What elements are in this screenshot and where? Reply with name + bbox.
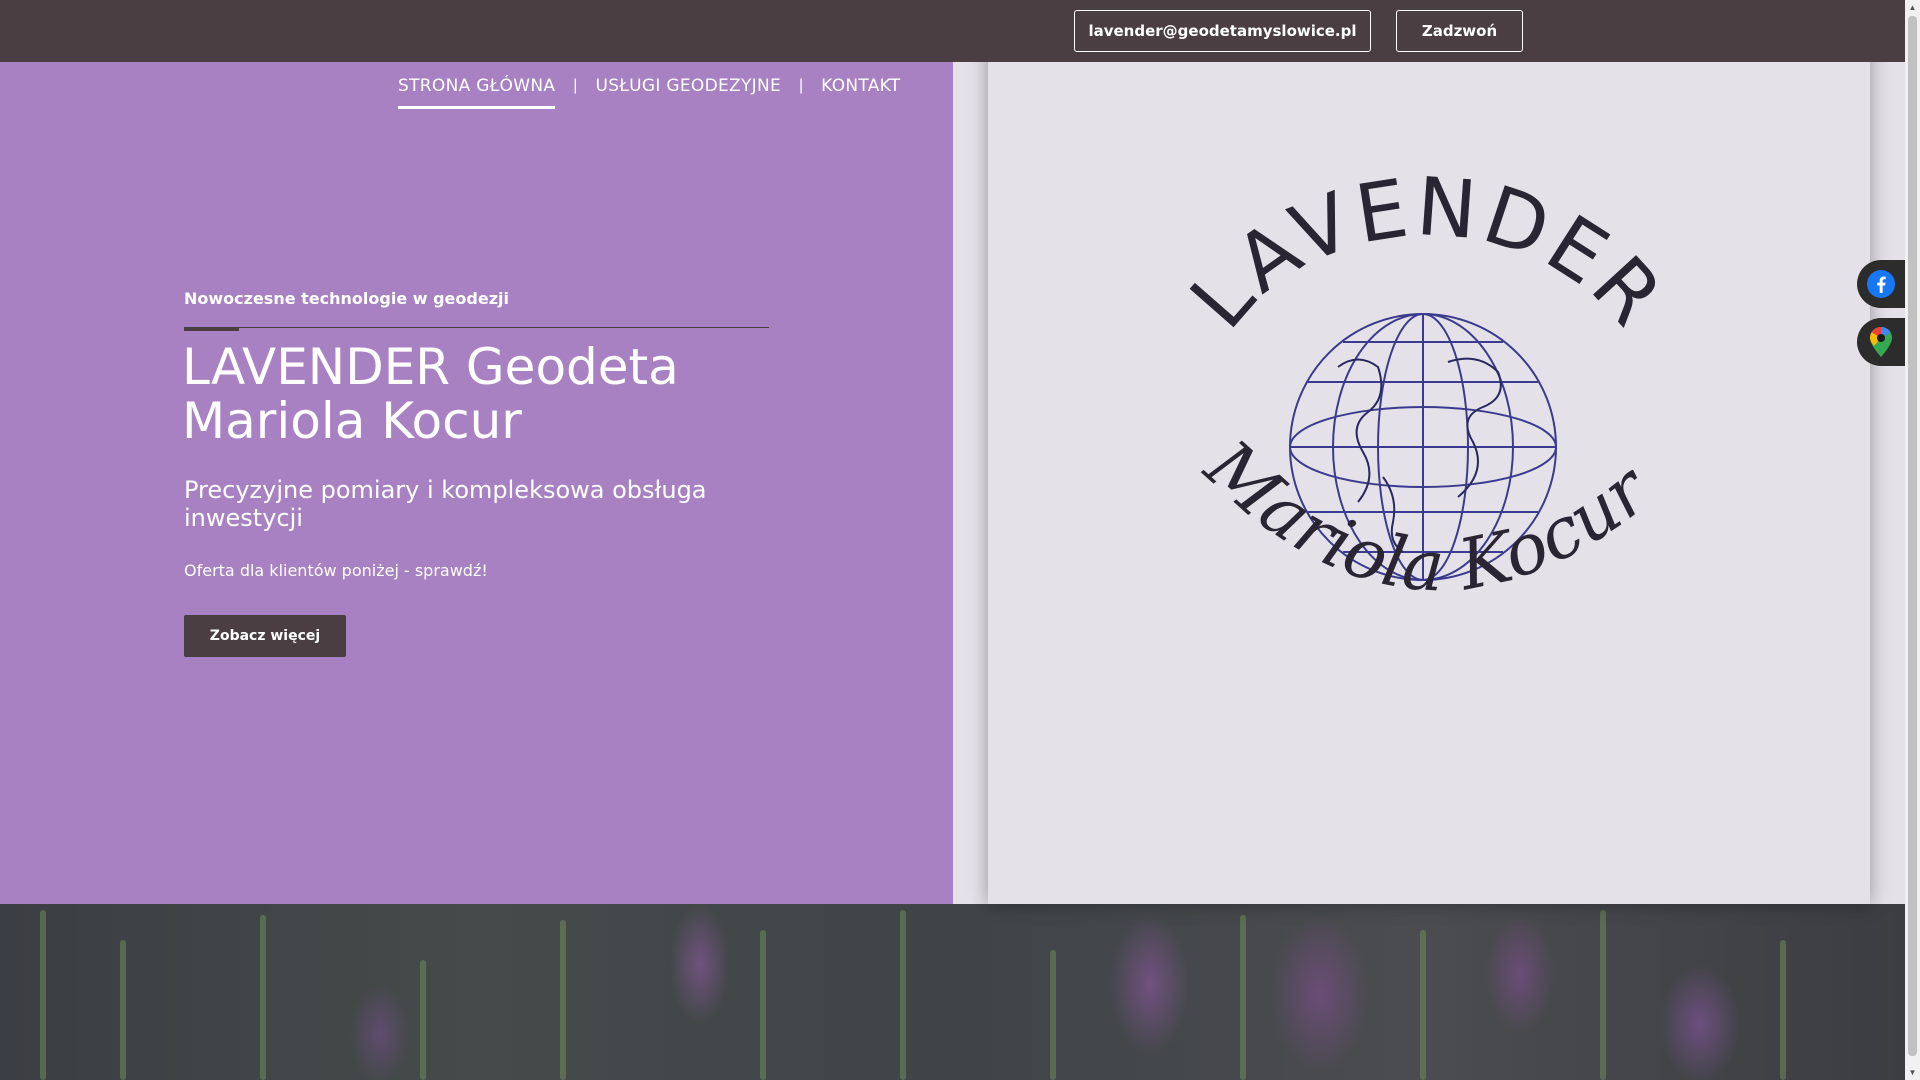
scrollbar-thumb[interactable] [1908, 16, 1917, 1056]
page: lavender@geodetamyslowice.pl Zadzwoń STR… [0, 0, 1920, 1080]
nav-separator: | [573, 77, 578, 94]
nav-item-services[interactable]: USŁUGI GEODEZYJNE [595, 76, 781, 106]
decor-stem [40, 910, 46, 1080]
decor-stem [760, 930, 766, 1080]
decor-stem [1600, 910, 1606, 1080]
nav-item-home[interactable]: STRONA GŁÓWNA [398, 76, 556, 109]
nav-separator: | [799, 77, 804, 94]
decor-stem [120, 940, 126, 1080]
title-line-1: LAVENDER Geodeta [182, 338, 679, 396]
decor-stem [1420, 930, 1426, 1080]
google-maps-button[interactable] [1857, 318, 1905, 366]
google-maps-icon [1870, 327, 1892, 357]
logo-arc-text: LAVENDER [1173, 160, 1683, 346]
decor-stem [420, 960, 426, 1080]
email-button[interactable]: lavender@geodetamyslowice.pl [1074, 10, 1371, 52]
facebook-icon [1867, 270, 1895, 298]
top-bar: lavender@geodetamyslowice.pl Zadzwoń [0, 0, 1905, 62]
scroll-down-icon[interactable]: ▼ [1905, 1065, 1920, 1080]
decor-stem [1240, 915, 1246, 1080]
divider [184, 327, 769, 328]
facebook-button[interactable] [1857, 260, 1905, 308]
page-title: LAVENDER Geodeta Mariola Kocur [182, 340, 802, 448]
decor-stem [900, 910, 906, 1080]
title-line-2: Mariola Kocur [182, 392, 522, 450]
decor-stem [1780, 940, 1786, 1080]
decor-stem [1050, 950, 1056, 1080]
nav-item-contact[interactable]: KONTAKT [821, 76, 900, 106]
divider-accent [184, 327, 239, 331]
hero-kicker: Nowoczesne technologie w geodezji [184, 289, 509, 308]
company-logo: LAVENDER Mariola Kocur [1173, 160, 1683, 608]
logo-card: LAVENDER Mariola Kocur [988, 37, 1870, 904]
call-button[interactable]: Zadzwoń [1396, 10, 1523, 52]
logo-script-text: Mariola Kocur [1189, 423, 1666, 608]
scrollbar[interactable]: ▲ ▼ [1905, 0, 1920, 1080]
offer-text: Oferta dla klientów poniżej - sprawdź! [184, 561, 488, 580]
decor-stem [560, 920, 566, 1080]
main-nav: STRONA GŁÓWNA | USŁUGI GEODEZYJNE | KONT… [398, 76, 901, 112]
decor-stem [260, 915, 266, 1080]
hero-subtitle: Precyzyjne pomiary i kompleksowa obsługa… [184, 476, 707, 532]
scroll-up-icon[interactable]: ▲ [1905, 0, 1920, 15]
see-more-button[interactable]: Zobacz więcej [184, 615, 346, 657]
lavender-background-image [0, 904, 1905, 1080]
